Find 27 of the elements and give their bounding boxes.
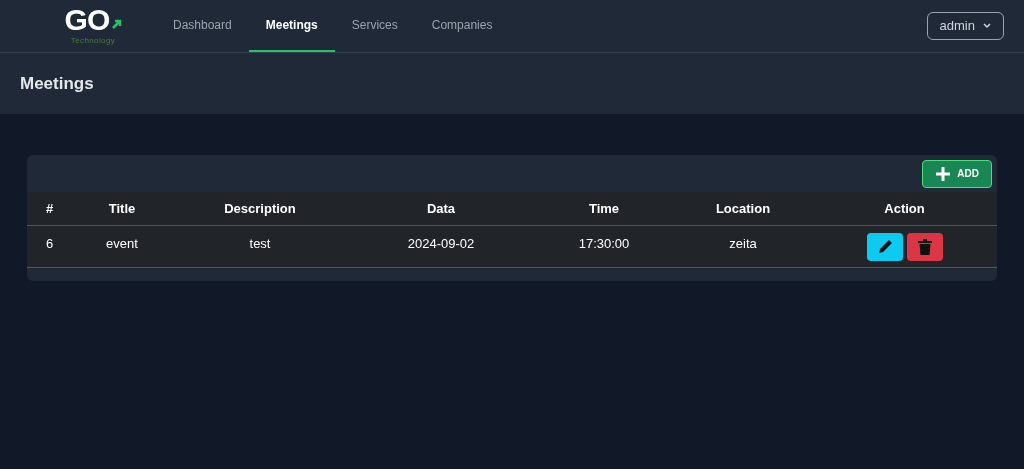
- nav-link[interactable]: Companies: [414, 0, 510, 52]
- edit-button[interactable]: [866, 232, 903, 261]
- table-cell-text: event: [106, 234, 138, 253]
- column-header: Action: [884, 199, 925, 218]
- table-cell-text: 2024-09-02: [407, 234, 475, 253]
- nav-link[interactable]: Dashboard: [156, 0, 249, 52]
- trash-icon: [916, 237, 933, 256]
- table-cell-text: 6: [45, 234, 54, 253]
- column-header: Title: [108, 199, 136, 218]
- column-header: Time: [588, 199, 620, 218]
- plus-icon: [935, 165, 952, 182]
- column-header: Data: [426, 199, 456, 218]
- table-cell-text: test: [249, 234, 271, 253]
- chevron-down-icon: [983, 23, 991, 29]
- add-button[interactable]: ADD: [922, 159, 992, 188]
- table-cell-text: zeita: [729, 234, 757, 253]
- column-header: Description: [224, 199, 296, 218]
- logo-text: GO: [64, 5, 110, 35]
- table-cell-text: 17:30:00: [578, 234, 630, 253]
- column-header: Location: [715, 199, 771, 218]
- page-title: Meetings: [20, 72, 94, 95]
- nav-link[interactable]: Services: [334, 0, 415, 52]
- column-header: #: [45, 199, 54, 218]
- logo-tagline: Technology: [70, 35, 116, 47]
- arrow-icon: [111, 19, 122, 29]
- user-menu-button[interactable]: admin: [926, 12, 1004, 40]
- delete-button[interactable]: [906, 232, 943, 261]
